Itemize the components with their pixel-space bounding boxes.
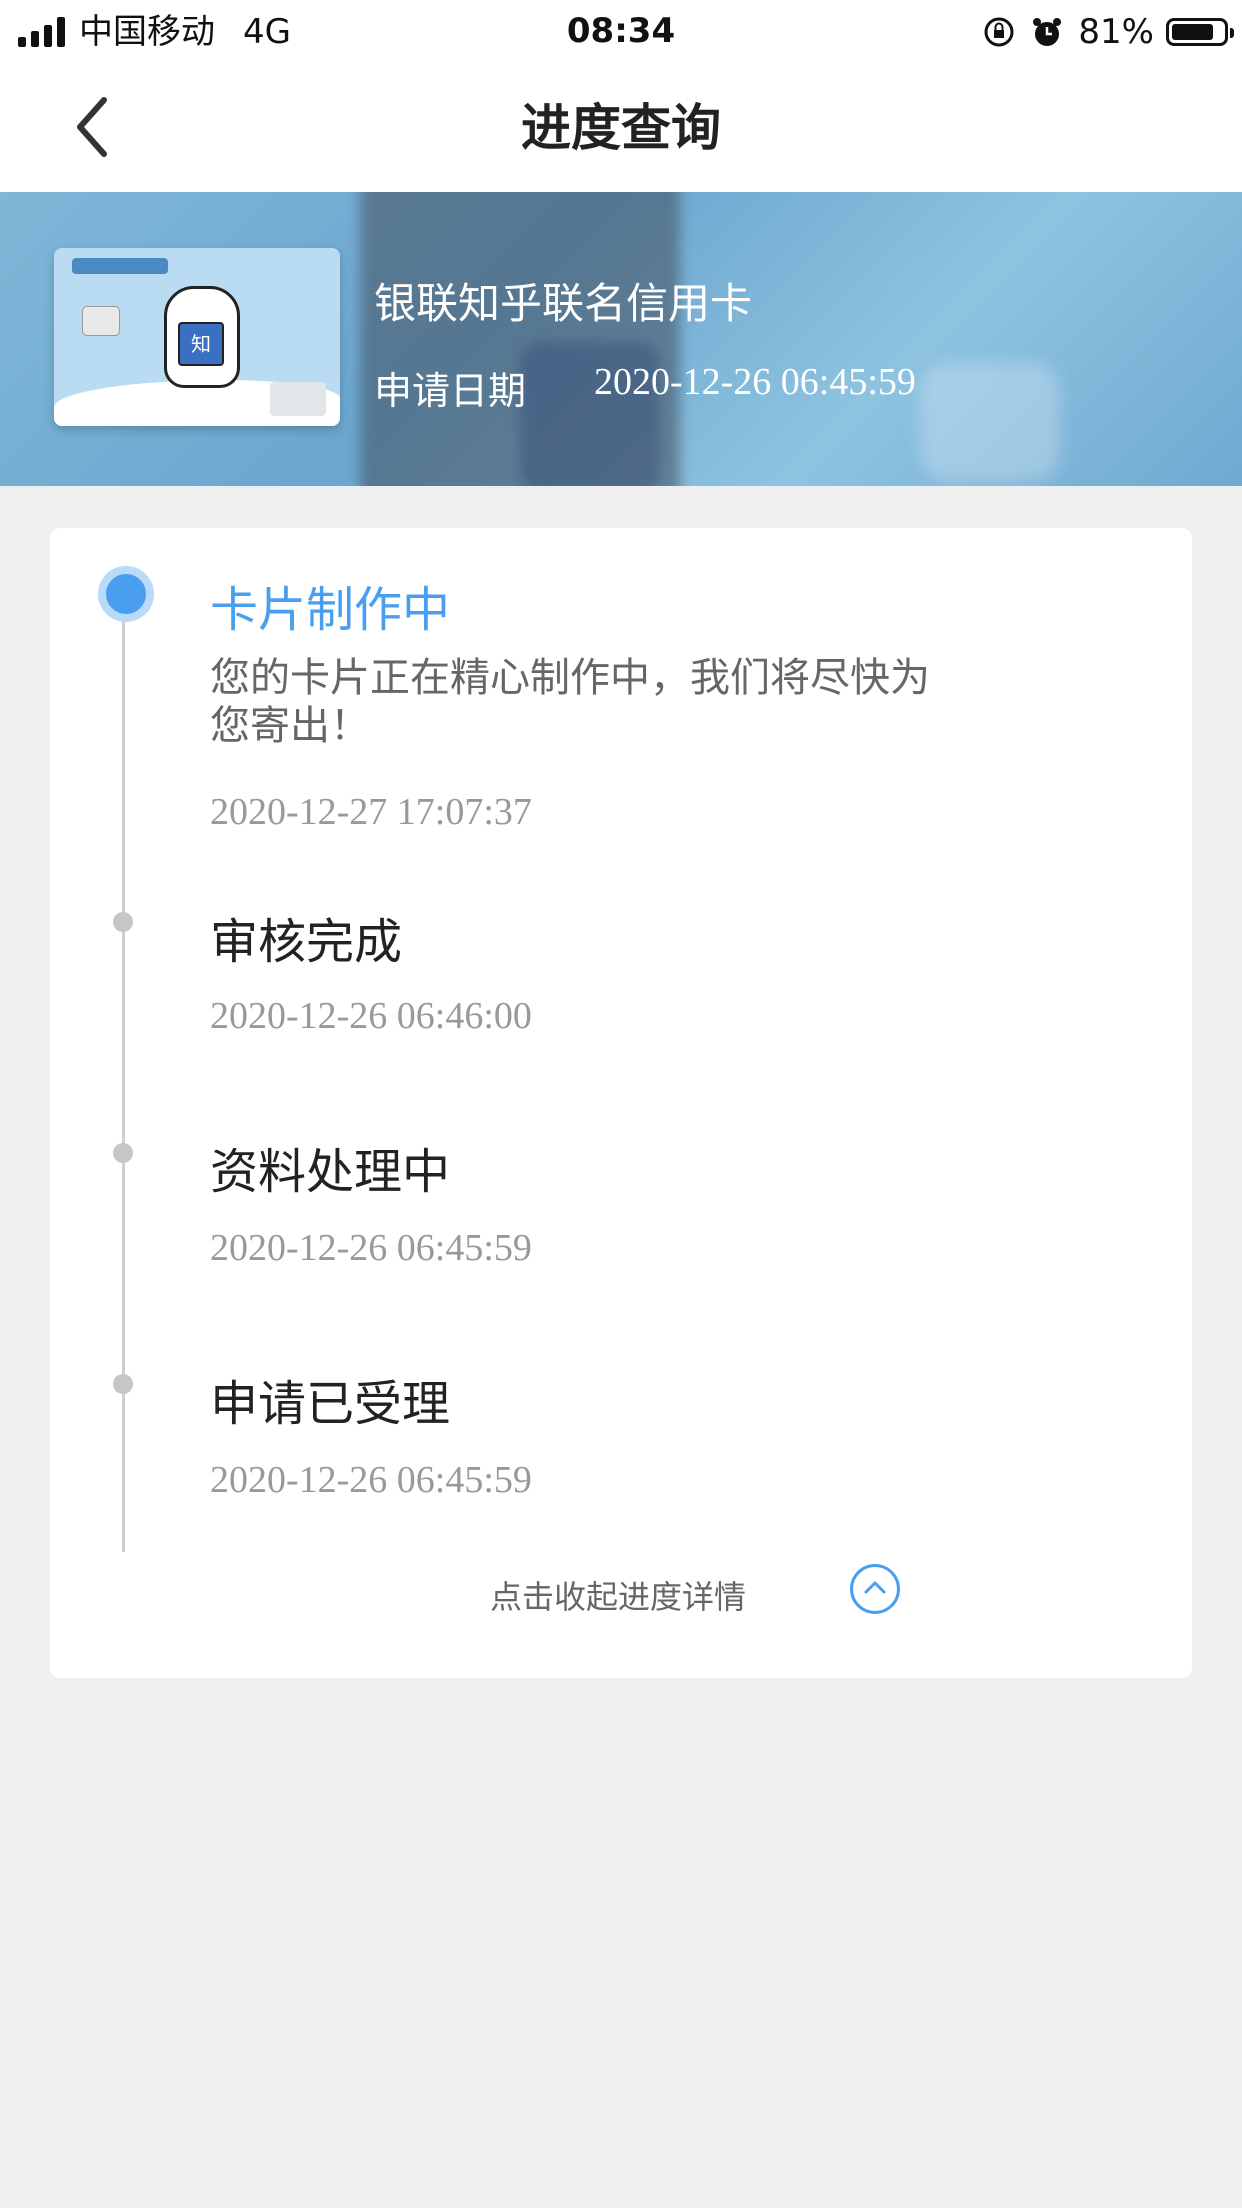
step-title: 资料处理中 [210, 1144, 451, 1200]
step-time: 2020-12-26 06:45:59 [210, 1459, 532, 1501]
card-image: 知 [54, 248, 340, 426]
status-right: 81% [982, 10, 1234, 54]
timeline-dot-active [98, 566, 154, 622]
step-title: 申请已受理 [210, 1376, 451, 1432]
card-badge: 知 [178, 322, 224, 366]
battery-fill [1172, 24, 1213, 40]
step-title: 卡片制作中 [210, 582, 451, 638]
step-time: 2020-12-27 17:07:37 [210, 791, 532, 833]
step-time: 2020-12-26 06:46:00 [210, 995, 532, 1037]
step-time: 2020-12-26 06:45:59 [210, 1227, 532, 1269]
chevron-up-icon [864, 1581, 886, 1594]
chevron-left-icon [77, 97, 107, 157]
bank-logo [72, 258, 168, 274]
battery-percent: 81% [1078, 12, 1154, 52]
card-chip-icon [82, 306, 120, 336]
step-title: 审核完成 [210, 914, 403, 970]
unionpay-logo [270, 382, 326, 416]
apply-date-value: 2020-12-26 06:45:59 [594, 361, 916, 403]
card-name: 银联知乎联名信用卡 [374, 279, 753, 328]
apply-date-label: 申请日期 [374, 369, 527, 413]
status-bar: 中国移动 4G 08:34 81% [0, 0, 1242, 64]
timeline-dot [113, 1374, 133, 1394]
card-banner: 知 银联知乎联名信用卡 申请日期 2020-12-26 06:45:59 [0, 192, 1242, 486]
nav-bar: 进度查询 [0, 64, 1242, 193]
rotation-lock-icon [984, 17, 1014, 47]
collapse-label: 点击收起进度详情 [490, 1578, 747, 1616]
page-title: 进度查询 [521, 99, 721, 157]
collapse-details-button[interactable]: 点击收起进度详情 [50, 1560, 1192, 1626]
timeline-dot [113, 1143, 133, 1163]
timeline-line [122, 598, 125, 1552]
back-button[interactable] [60, 92, 130, 162]
timeline-dot [113, 912, 133, 932]
step-description: 您的卡片正在精心制作中，我们将尽快为您寄出！ [210, 655, 930, 749]
alarm-icon [1033, 18, 1062, 46]
battery-icon [1166, 18, 1234, 46]
chevron-up-circle-icon[interactable] [850, 1564, 900, 1614]
